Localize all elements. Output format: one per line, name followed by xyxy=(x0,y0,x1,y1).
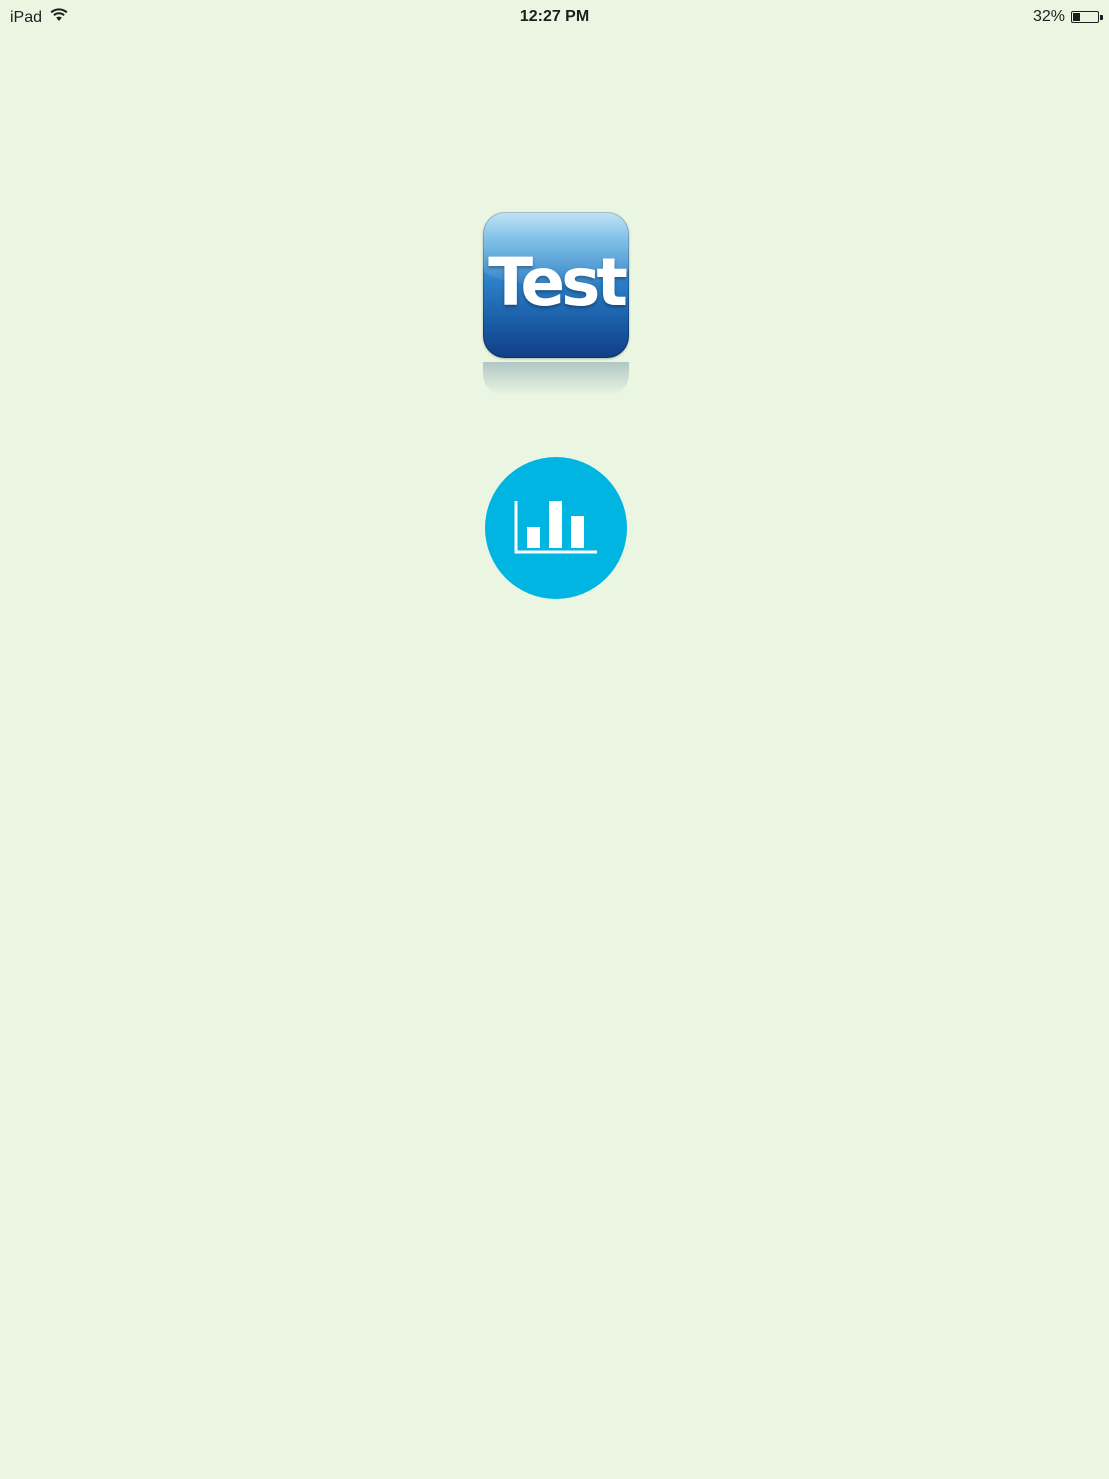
test-app-icon[interactable]: Test xyxy=(483,212,629,358)
screen: iPad 12:27 PM 32% Test xyxy=(0,0,1109,1479)
battery-percent: 32% xyxy=(1032,8,1065,25)
bar-chart-icon xyxy=(514,501,597,554)
app-icon-reflection xyxy=(483,362,629,396)
status-bar-time: 12:27 PM xyxy=(519,8,590,25)
status-bar-right: 32% xyxy=(1032,8,1103,26)
battery-icon xyxy=(1071,11,1103,23)
battery-level xyxy=(1073,13,1080,21)
chart-button[interactable] xyxy=(485,457,627,599)
status-bar: iPad 12:27 PM 32% xyxy=(0,0,1109,36)
app-icon-label: Test xyxy=(488,244,628,321)
